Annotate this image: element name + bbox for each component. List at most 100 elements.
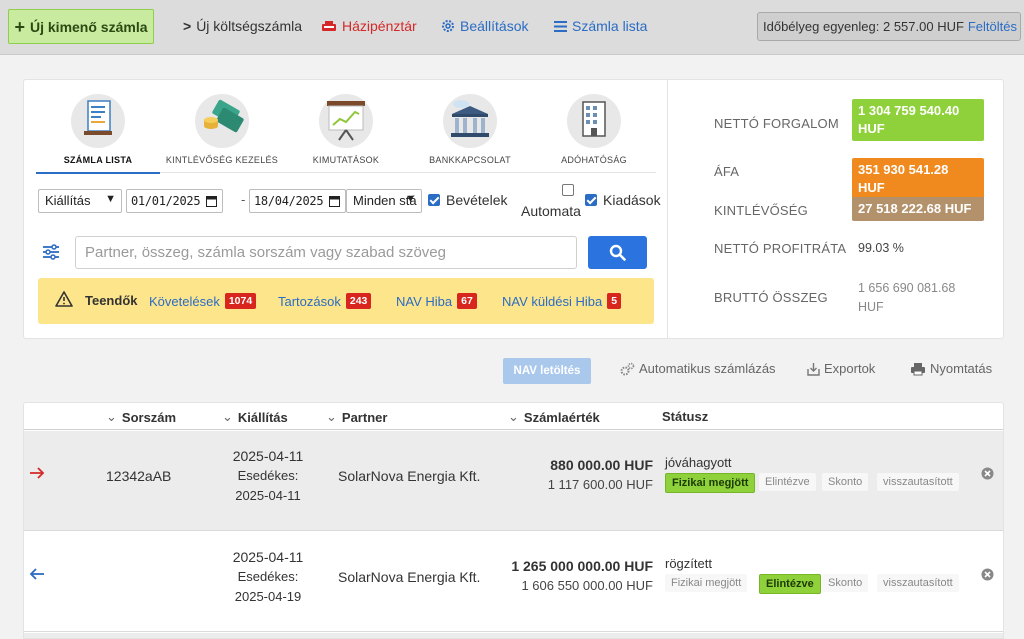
todo-receivables-link[interactable]: Követelések xyxy=(149,294,220,309)
cashbox-label: Házipénztár xyxy=(342,18,417,34)
vat-label: ÁFA xyxy=(714,164,740,179)
building-icon xyxy=(567,94,621,148)
net-amount: 1 265 000 000.00 HUF xyxy=(511,558,653,574)
issue-date-type-select[interactable]: Kiállítás ▼ xyxy=(38,189,122,213)
warning-icon xyxy=(55,291,73,307)
nav-download-button[interactable]: NAV letöltés xyxy=(503,358,591,384)
date-to-value: 18/04/2025 xyxy=(254,194,324,208)
auto-label: Automata xyxy=(521,203,581,219)
search-button[interactable] xyxy=(588,236,647,269)
vat-value: 351 930 541.28 HUF xyxy=(852,158,984,200)
due-label: Esedékes: xyxy=(237,468,299,483)
invoice-amount: 880 000.00 HUF 1 117 600.00 HUF xyxy=(463,457,653,492)
table-row[interactable]: 2025-04-11 Esedékes: 2025-04-19 SolarNov… xyxy=(24,532,1003,632)
sort-chevron-icon: ⌄ xyxy=(106,409,117,424)
tab-label: Adóhatóság xyxy=(561,155,627,165)
status-text: jóváhagyott xyxy=(665,455,732,470)
new-outgoing-invoice-button[interactable]: + Új kimenő számla xyxy=(8,9,154,44)
column-status-label: Státusz xyxy=(662,409,709,424)
auto-checkbox[interactable] xyxy=(562,184,574,196)
calendar-icon xyxy=(206,196,217,207)
bank-icon xyxy=(443,94,497,148)
column-header-number[interactable]: ⌄ Sorszám xyxy=(106,409,176,425)
due-date: 2025-04-19 xyxy=(234,589,302,604)
todo-nav-send-error-link[interactable]: NAV küldési Hiba xyxy=(502,294,602,309)
close-circle-icon[interactable] xyxy=(981,467,994,480)
invoice-list-link[interactable]: Számla lista xyxy=(554,18,647,34)
upload-link[interactable]: Feltöltés xyxy=(968,19,1017,34)
chip-skonto[interactable]: Skonto xyxy=(822,574,869,592)
cash-register-icon xyxy=(322,21,336,31)
tab-receivables[interactable]: Kintlévőség kezelés xyxy=(160,94,284,173)
todo-payables-link[interactable]: Tartozások xyxy=(278,294,341,309)
chip-skonto[interactable]: Skonto xyxy=(822,473,869,491)
todo-receivables[interactable]: Követelések 1074 xyxy=(149,293,257,309)
column-partner-label: Partner xyxy=(341,409,388,425)
column-header-status: Státusz xyxy=(662,409,708,424)
chip-physically-arrived[interactable]: Fizikai megjött xyxy=(665,473,756,493)
cashbox-link[interactable]: Házipénztár xyxy=(321,18,417,34)
due-date: 2025-04-11 xyxy=(235,488,301,503)
printer-icon xyxy=(911,362,925,375)
sort-chevron-icon: ⌄ xyxy=(508,409,519,424)
net-profit-rate-value: 99.03 % xyxy=(858,241,904,255)
chip-rejected[interactable]: visszautasított xyxy=(877,574,959,592)
table-row[interactable] xyxy=(24,633,1003,638)
column-header-partner[interactable]: ⌄ Partner xyxy=(326,409,387,425)
income-label: Bevételek xyxy=(446,192,508,208)
new-cost-invoice-label: Új költségszámla xyxy=(196,18,303,34)
settings-label: Beállítások xyxy=(460,18,529,34)
presentation-chart-icon xyxy=(319,94,373,148)
close-circle-icon[interactable] xyxy=(981,568,994,581)
chip-settled[interactable]: Elintézve xyxy=(759,574,821,594)
expense-checkbox[interactable] xyxy=(585,194,597,206)
invoice-number: 12342aAB xyxy=(106,468,172,484)
issue-date: 2025-04-11 xyxy=(232,448,304,464)
print-button[interactable]: Nyomtatás xyxy=(910,361,992,376)
column-number-label: Sorszám xyxy=(121,409,177,425)
state-select[interactable]: Minden stá ▼ xyxy=(346,189,422,213)
sort-chevron-icon: ⌄ xyxy=(222,409,233,424)
dashboard-card: Számla lista Kintlévőség kezelés Kimutat… xyxy=(23,79,1004,339)
money-icon xyxy=(195,94,249,148)
tab-reports[interactable]: Kimutatások xyxy=(284,94,408,173)
date-to-input[interactable]: 18/04/2025 xyxy=(249,189,346,213)
todo-nav-send-error[interactable]: NAV küldési Hiba 5 xyxy=(502,293,622,309)
todo-nav-error-link[interactable]: NAV Hiba xyxy=(396,294,452,309)
settings-link[interactable]: Beállítások xyxy=(441,18,528,34)
auto-billing-button[interactable]: Automatikus számlázás xyxy=(620,361,776,376)
new-outgoing-invoice-label: Új kimenő számla xyxy=(30,18,148,35)
tab-tax-authority[interactable]: Adóhatóság xyxy=(532,94,656,173)
gross-total-label: BRUTTÓ ÖSSZEG xyxy=(714,290,828,305)
search-input[interactable]: Partner, összeg, számla sorszám vagy sza… xyxy=(75,236,577,269)
chip-settled[interactable]: Elintézve xyxy=(759,473,816,491)
todo-nav-error[interactable]: NAV Hiba 67 xyxy=(396,293,477,309)
table-row[interactable]: 12342aAB 2025-04-11 Esedékes: 2025-04-11… xyxy=(24,431,1003,531)
receivables-label: KINTLÉVŐSÉG xyxy=(714,203,808,218)
chip-rejected[interactable]: visszautasított xyxy=(877,473,959,491)
receivables-value: 27 518 222.68 HUF xyxy=(852,197,984,221)
export-button[interactable]: Exportok xyxy=(807,361,875,376)
tab-label: Kimutatások xyxy=(312,155,380,165)
column-header-value[interactable]: ⌄ Számlaérték xyxy=(508,409,600,425)
tab-invoice-list[interactable]: Számla lista xyxy=(36,94,160,174)
column-header-issued[interactable]: ⌄ Kiállítás xyxy=(222,409,288,425)
new-cost-invoice-link[interactable]: > Új költségszámla xyxy=(183,18,302,34)
gross-total-value: 1 656 690 081.68 HUF xyxy=(858,281,956,314)
arrow-right-icon xyxy=(30,467,45,479)
sliders-icon[interactable] xyxy=(42,244,60,260)
date-from-value: 01/01/2025 xyxy=(131,194,201,208)
search-row: Partner, összeg, számla sorszám vagy sza… xyxy=(42,236,654,270)
chip-physically-arrived[interactable]: Fizikai megjött xyxy=(665,574,748,592)
partner-name: SolarNova Energia Kft. xyxy=(338,569,481,585)
expense-label: Kiadások xyxy=(603,192,661,208)
column-issued-label: Kiállítás xyxy=(237,409,288,425)
net-amount: 880 000.00 HUF xyxy=(550,457,653,473)
tab-label: Kintlévőség kezelés xyxy=(165,155,279,165)
todo-payables[interactable]: Tartozások 243 xyxy=(278,293,372,309)
income-checkbox[interactable] xyxy=(428,194,440,206)
dropdown-caret-icon: ▼ xyxy=(405,193,416,205)
tab-bank-connection[interactable]: Bankkapcsolat xyxy=(408,94,532,173)
issue-date: 2025-04-11 xyxy=(232,549,304,565)
date-from-input[interactable]: 01/01/2025 xyxy=(126,189,223,213)
